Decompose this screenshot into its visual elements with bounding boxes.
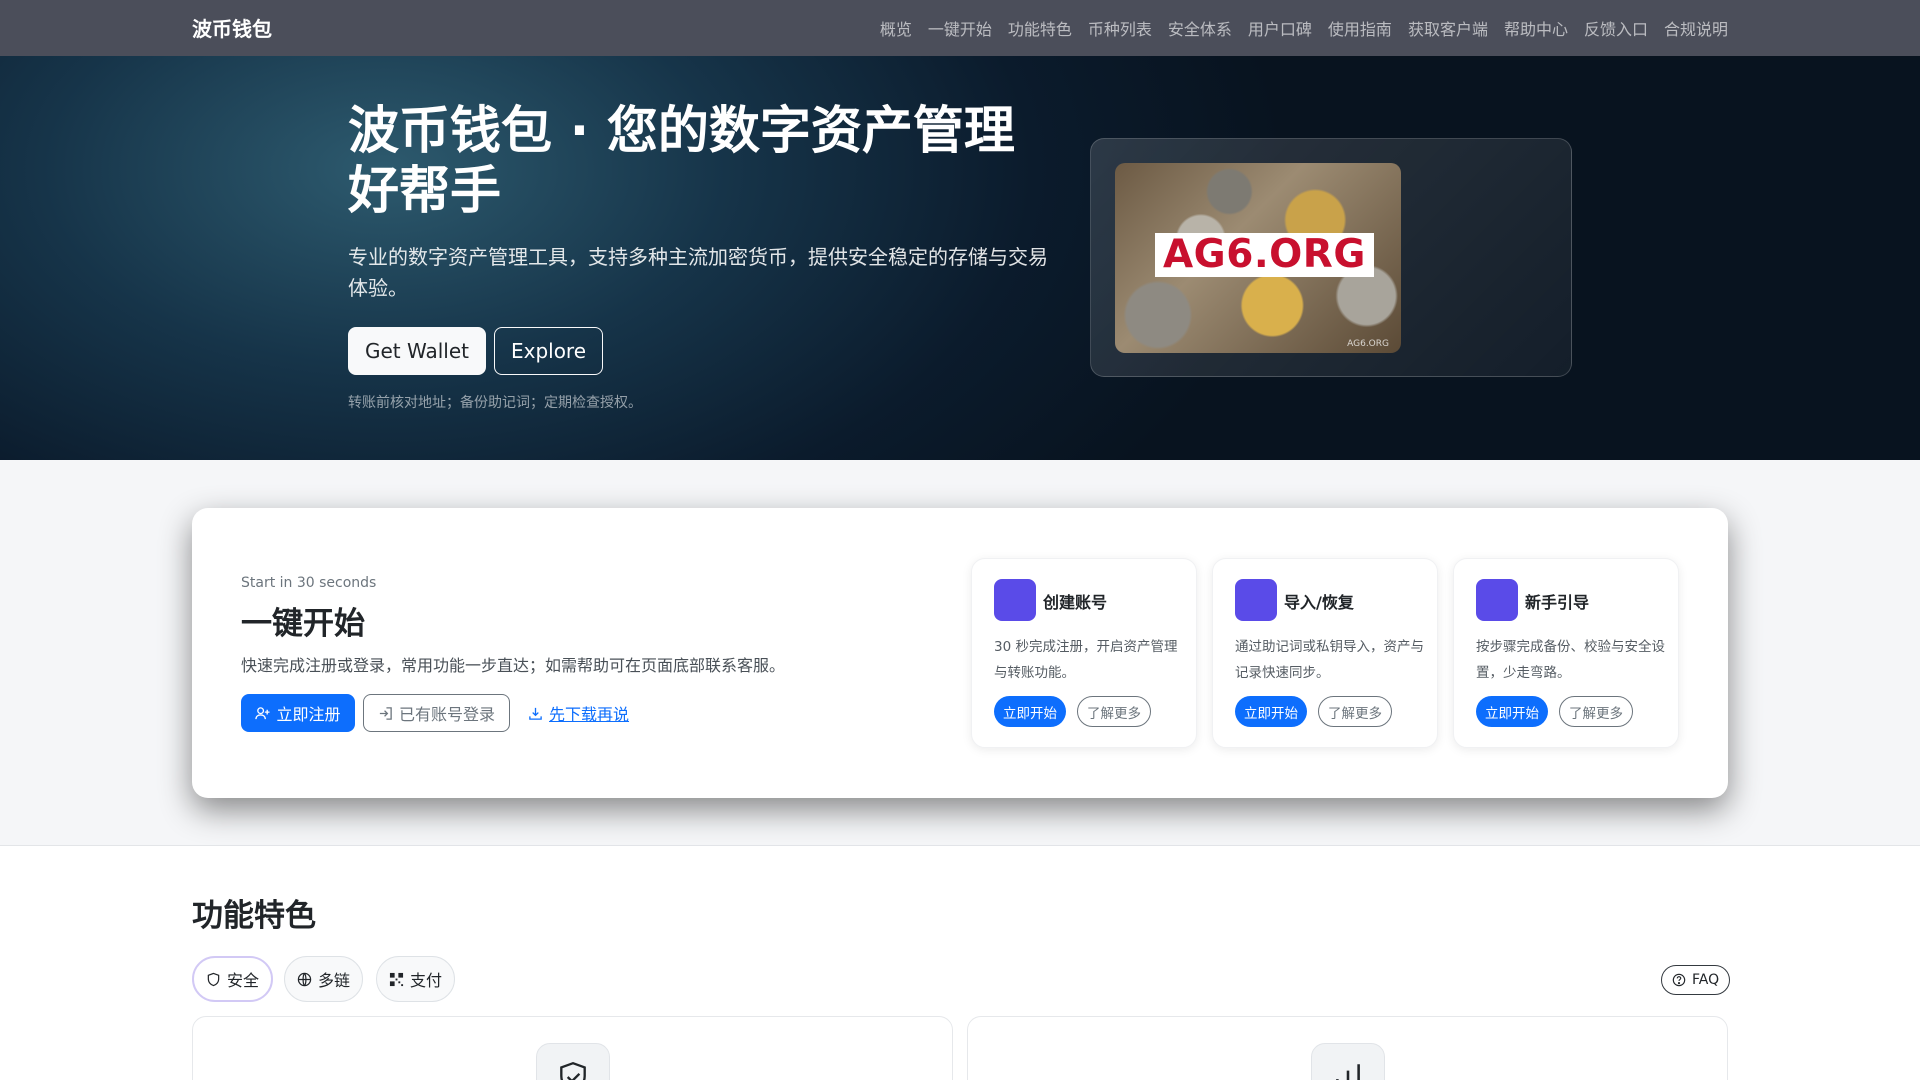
get-wallet-button[interactable]: Get Wallet xyxy=(348,327,486,375)
step-description: 通过助记词或私钥导入，资产与记录快速同步。 xyxy=(1235,639,1424,681)
bar-chart-icon xyxy=(1311,1043,1385,1080)
feature-card-multichain xyxy=(967,1016,1728,1080)
question-circle-icon xyxy=(1672,973,1686,987)
hero-safety-note: 转账前核对地址；备份助记词；定期检查授权。 xyxy=(348,395,642,411)
step-badge-icon xyxy=(1476,579,1518,621)
nav-link-quickstart[interactable]: 一键开始 xyxy=(928,16,992,40)
shield-icon xyxy=(206,972,221,987)
step-card-guide: 新手引导 按步骤完成备份、校验与安全设置，少走弯路。 立即开始 了解更多 xyxy=(1453,558,1679,748)
nav-link-compliance[interactable]: 合规说明 xyxy=(1664,16,1728,40)
step-title: 创建账号 xyxy=(1043,593,1108,612)
download-first-label: 先下载再说 xyxy=(549,705,630,724)
hero-image-footer: AG6.ORG xyxy=(1347,339,1389,349)
nav-link-guide[interactable]: 使用指南 xyxy=(1328,16,1392,40)
faq-label: FAQ xyxy=(1692,972,1720,988)
hero-image-watermark: AG6.ORG xyxy=(1155,233,1374,277)
quickstart-section: Start in 30 seconds 一键开始 快速完成注册或登录，常用功能一… xyxy=(0,460,1920,846)
user-plus-icon xyxy=(255,706,271,721)
step-title: 新手引导 xyxy=(1525,593,1590,612)
hero-description: 专业的数字资产管理工具，支持多种主流加密货币，提供安全稳定的存储与交易体验。 xyxy=(348,245,1048,300)
explore-button[interactable]: Explore xyxy=(494,327,603,375)
step-card-import: 导入/恢复 通过助记词或私钥导入，资产与记录快速同步。 立即开始 了解更多 xyxy=(1212,558,1438,748)
nav-link-reviews[interactable]: 用户口碑 xyxy=(1248,16,1312,40)
features-title: 功能特色 xyxy=(192,898,316,934)
quickstart-title: 一键开始 xyxy=(241,606,365,642)
globe-icon xyxy=(297,972,312,987)
quickstart-card: Start in 30 seconds 一键开始 快速完成注册或登录，常用功能一… xyxy=(192,508,1728,798)
download-first-link[interactable]: 先下载再说 xyxy=(528,694,629,732)
nav-link-overview[interactable]: 概览 xyxy=(880,16,912,40)
nav-link-help[interactable]: 帮助中心 xyxy=(1504,16,1568,40)
step-title: 导入/恢复 xyxy=(1284,593,1354,612)
step-start-button[interactable]: 立即开始 xyxy=(1235,696,1307,727)
hero-image-card: AG6.ORG AG6.ORG xyxy=(1090,138,1572,377)
nav-link-feedback[interactable]: 反馈入口 xyxy=(1584,16,1648,40)
login-button[interactable]: 已有账号登录 xyxy=(363,694,510,732)
step-learn-more-button[interactable]: 了解更多 xyxy=(1559,696,1633,727)
step-badge-icon xyxy=(1235,579,1277,621)
download-icon xyxy=(528,706,543,721)
brand-logo[interactable]: 波币钱包 xyxy=(192,13,272,42)
nav-links: 概览 一键开始 功能特色 币种列表 安全体系 用户口碑 使用指南 获取客户端 帮… xyxy=(864,0,1728,56)
step-learn-more-button[interactable]: 了解更多 xyxy=(1077,696,1151,727)
nav-link-security[interactable]: 安全体系 xyxy=(1168,16,1232,40)
step-description: 按步骤完成备份、校验与安全设置，少走弯路。 xyxy=(1476,639,1665,681)
step-badge-icon xyxy=(994,579,1036,621)
register-label: 立即注册 xyxy=(276,705,341,724)
shield-check-icon xyxy=(536,1043,610,1080)
tab-security[interactable]: 安全 xyxy=(192,956,274,1002)
feature-card-security xyxy=(192,1016,953,1080)
tab-security-label: 安全 xyxy=(227,971,260,990)
nav-link-features[interactable]: 功能特色 xyxy=(1008,16,1072,40)
hero-coins-image: AG6.ORG AG6.ORG xyxy=(1115,163,1401,353)
tab-multichain-label: 多链 xyxy=(318,971,351,990)
hero-section: 波币钱包 · 您的数字资产管理好帮手 专业的数字资产管理工具，支持多种主流加密货… xyxy=(0,56,1920,460)
tab-payment-label: 支付 xyxy=(410,971,443,990)
nav-link-coins[interactable]: 币种列表 xyxy=(1088,16,1152,40)
step-card-create: 创建账号 30 秒完成注册，开启资产管理与转账功能。 立即开始 了解更多 xyxy=(971,558,1197,748)
hero-title: 波币钱包 · 您的数字资产管理好帮手 xyxy=(348,102,1015,221)
tab-payment[interactable]: 支付 xyxy=(376,956,456,1002)
login-label: 已有账号登录 xyxy=(398,705,495,724)
navbar: 波币钱包 概览 一键开始 功能特色 币种列表 安全体系 用户口碑 使用指南 获取… xyxy=(0,0,1920,56)
step-start-button[interactable]: 立即开始 xyxy=(1476,696,1548,727)
quickstart-description: 快速完成注册或登录，常用功能一步直达；如需帮助可在页面底部联系客服。 xyxy=(241,656,786,675)
step-start-button[interactable]: 立即开始 xyxy=(994,696,1066,727)
nav-link-download[interactable]: 获取客户端 xyxy=(1408,16,1488,40)
tab-multichain[interactable]: 多链 xyxy=(284,956,364,1002)
faq-button[interactable]: FAQ xyxy=(1661,965,1731,995)
register-button[interactable]: 立即注册 xyxy=(241,694,355,732)
login-icon xyxy=(378,706,393,721)
step-description: 30 秒完成注册，开启资产管理与转账功能。 xyxy=(994,639,1178,681)
qr-code-icon xyxy=(389,972,404,987)
quickstart-kicker: Start in 30 seconds xyxy=(241,575,377,591)
step-learn-more-button[interactable]: 了解更多 xyxy=(1318,696,1392,727)
